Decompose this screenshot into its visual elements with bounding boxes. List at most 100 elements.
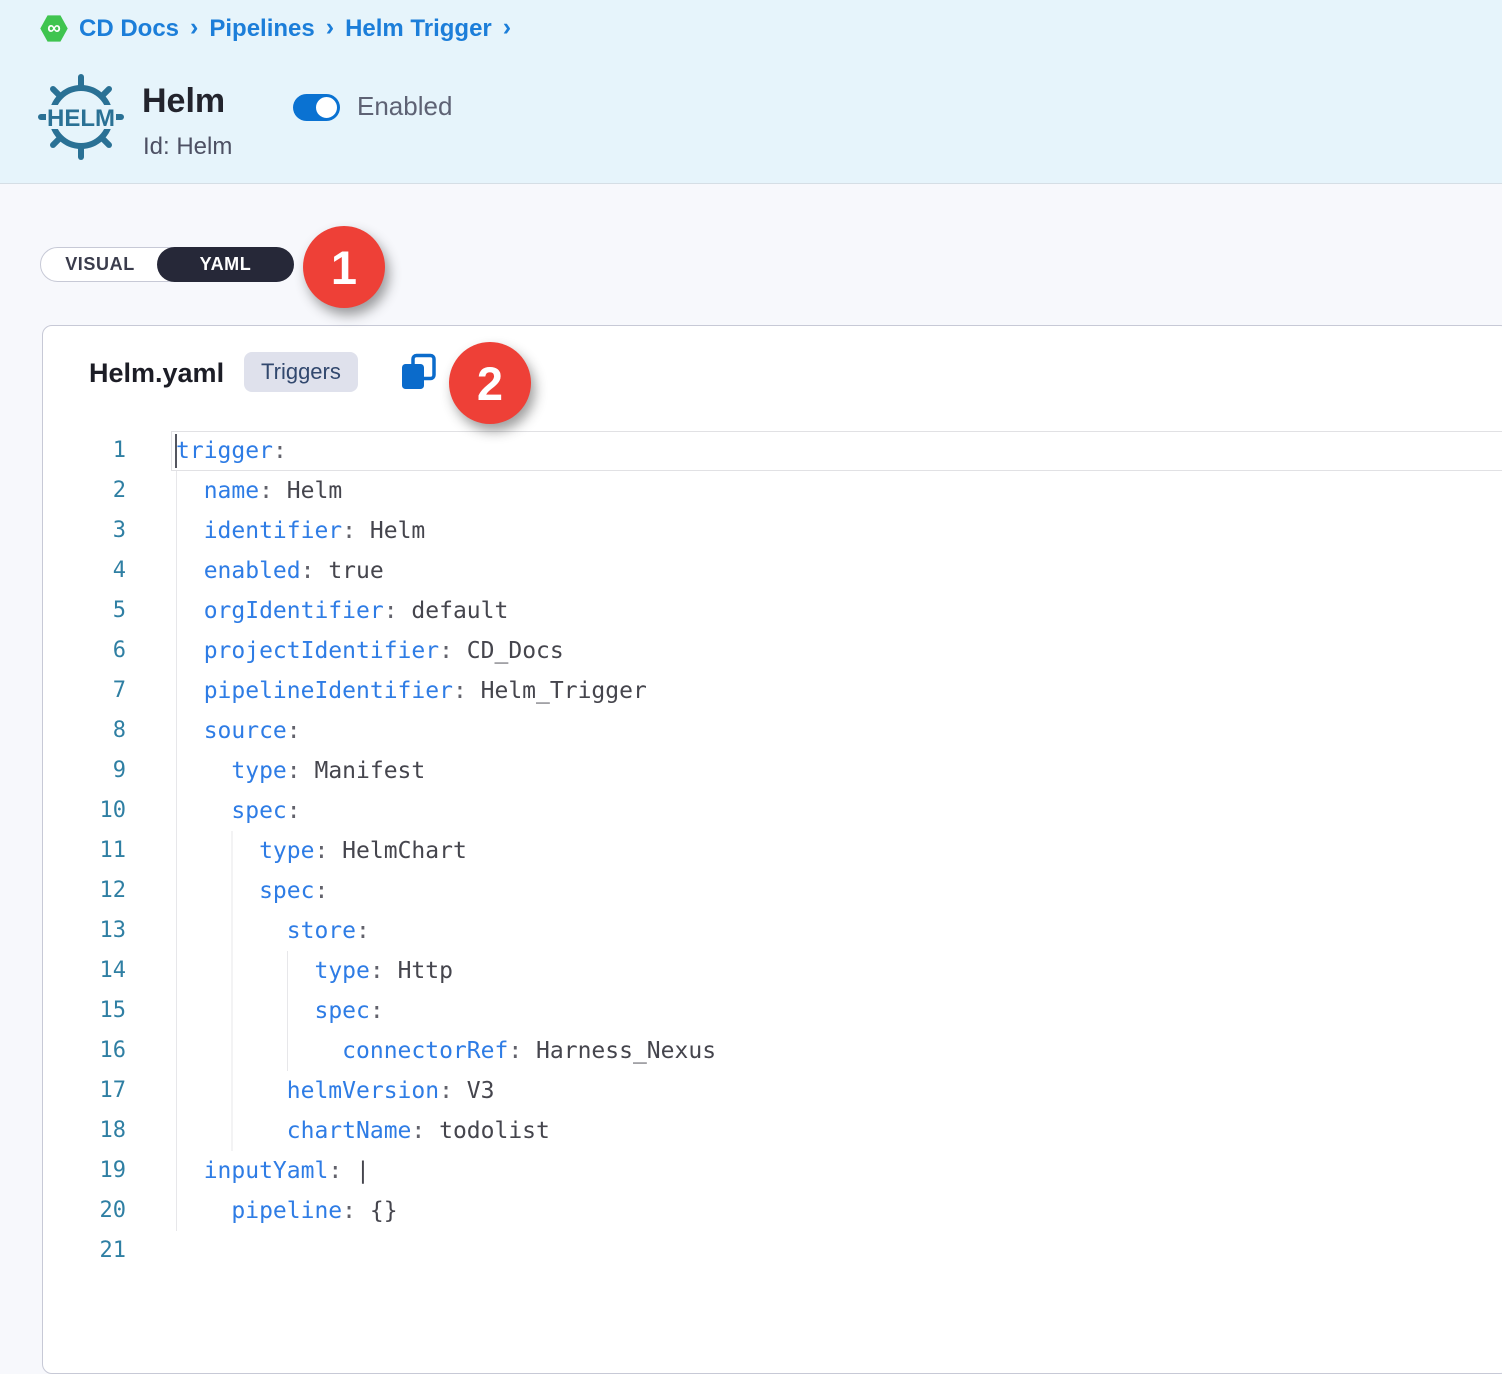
- line-number: 2: [43, 471, 171, 511]
- code-line[interactable]: 15spec:: [43, 991, 1502, 1031]
- text-cursor: [175, 434, 177, 468]
- code-line[interactable]: 5orgIdentifier: default: [43, 591, 1502, 631]
- line-number: 16: [43, 1031, 171, 1071]
- line-number: 15: [43, 991, 171, 1031]
- indent-guides: [176, 591, 204, 631]
- code-line[interactable]: 17helmVersion: V3: [43, 1071, 1502, 1111]
- page-header: ∞ CD Docs › Pipelines › Helm Trigger ›: [0, 0, 1502, 184]
- breadcrumb-link-pipeline[interactable]: Helm Trigger: [345, 15, 492, 43]
- code-line[interactable]: 11type: HelmChart: [43, 831, 1502, 871]
- indent-guides: [176, 911, 287, 951]
- code-text[interactable]: pipeline: {}: [171, 1191, 1502, 1231]
- copy-yaml-button[interactable]: [399, 352, 439, 394]
- line-number: 19: [43, 1151, 171, 1191]
- indent-guides: [176, 511, 204, 551]
- annotation-step-1: 1: [303, 226, 385, 308]
- helm-logo-text: HELM: [47, 105, 115, 132]
- chevron-right-icon: ›: [326, 13, 334, 42]
- line-number: 21: [43, 1231, 171, 1271]
- code-line[interactable]: 20pipeline: {}: [43, 1191, 1502, 1231]
- indent-guides: [176, 1151, 204, 1191]
- helm-logo-icon: HELM: [38, 74, 124, 165]
- line-number: 13: [43, 911, 171, 951]
- code-line[interactable]: 12spec:: [43, 871, 1502, 911]
- code-line[interactable]: 9type: Manifest: [43, 751, 1502, 791]
- code-text[interactable]: identifier: Helm: [171, 511, 1502, 551]
- code-text[interactable]: source:: [171, 711, 1502, 751]
- indent-guides: [176, 1191, 231, 1231]
- copy-icon: [399, 352, 439, 394]
- line-number: 14: [43, 951, 171, 991]
- indent-guides: [176, 471, 204, 511]
- line-number: 6: [43, 631, 171, 671]
- code-text[interactable]: projectIdentifier: CD_Docs: [171, 631, 1502, 671]
- line-number: 9: [43, 751, 171, 791]
- chevron-right-icon: ›: [503, 13, 511, 42]
- indent-guides: [176, 1031, 342, 1071]
- code-text[interactable]: enabled: true: [171, 551, 1502, 591]
- yaml-file-name: Helm.yaml: [89, 358, 224, 389]
- code-line[interactable]: 10spec:: [43, 791, 1502, 831]
- code-text[interactable]: store:: [171, 911, 1502, 951]
- indent-guides: [176, 1071, 287, 1111]
- cd-module-icon: ∞: [40, 15, 68, 43]
- code-line[interactable]: 4enabled: true: [43, 551, 1502, 591]
- code-line[interactable]: 16connectorRef: Harness_Nexus: [43, 1031, 1502, 1071]
- code-text[interactable]: inputYaml: |: [171, 1151, 1502, 1191]
- indent-guides: [176, 711, 204, 751]
- code-line[interactable]: 18chartName: todolist: [43, 1111, 1502, 1151]
- code-line[interactable]: 7pipelineIdentifier: Helm_Trigger: [43, 671, 1502, 711]
- code-line[interactable]: 6projectIdentifier: CD_Docs: [43, 631, 1502, 671]
- triggers-badge: Triggers: [244, 352, 358, 392]
- indent-guides: [176, 631, 204, 671]
- tab-yaml[interactable]: YAML: [157, 247, 294, 282]
- code-text[interactable]: trigger:: [171, 431, 1502, 471]
- indent-guides: [176, 671, 204, 711]
- line-number: 18: [43, 1111, 171, 1151]
- code-text[interactable]: connectorRef: Harness_Nexus: [171, 1031, 1502, 1071]
- line-number: 4: [43, 551, 171, 591]
- code-line[interactable]: 14type: Http: [43, 951, 1502, 991]
- page-title: Helm: [142, 82, 225, 121]
- enabled-toggle[interactable]: [293, 94, 340, 121]
- code-text[interactable]: pipelineIdentifier: Helm_Trigger: [171, 671, 1502, 711]
- code-line[interactable]: 13store:: [43, 911, 1502, 951]
- yaml-editor-panel: Helm.yaml Triggers 2 1trigger:2name: Hel…: [42, 325, 1502, 1374]
- toggle-knob: [314, 95, 339, 120]
- code-line[interactable]: 3identifier: Helm: [43, 511, 1502, 551]
- code-text[interactable]: chartName: todolist: [171, 1111, 1502, 1151]
- line-number: 17: [43, 1071, 171, 1111]
- tab-visual[interactable]: VISUAL: [41, 248, 159, 281]
- indent-guides: [176, 871, 259, 911]
- trigger-detail-page: ∞ CD Docs › Pipelines › Helm Trigger ›: [0, 0, 1502, 1366]
- code-text[interactable]: type: HelmChart: [171, 831, 1502, 871]
- indent-guides: [176, 831, 259, 871]
- code-text[interactable]: helmVersion: V3: [171, 1071, 1502, 1111]
- code-line[interactable]: 21: [43, 1231, 1502, 1271]
- line-number: 1: [43, 431, 171, 471]
- code-text[interactable]: type: Manifest: [171, 751, 1502, 791]
- code-text[interactable]: [171, 1231, 1502, 1271]
- code-text[interactable]: spec:: [171, 791, 1502, 831]
- indent-guides: [176, 991, 314, 1031]
- code-line[interactable]: 19inputYaml: |: [43, 1151, 1502, 1191]
- code-text[interactable]: orgIdentifier: default: [171, 591, 1502, 631]
- line-number: 8: [43, 711, 171, 751]
- code-line[interactable]: 2name: Helm: [43, 471, 1502, 511]
- trigger-id-text: Id: Helm: [143, 133, 232, 161]
- line-number: 10: [43, 791, 171, 831]
- breadcrumb-link-project[interactable]: CD Docs: [79, 15, 179, 43]
- line-number: 5: [43, 591, 171, 631]
- code-text[interactable]: name: Helm: [171, 471, 1502, 511]
- breadcrumb-link-pipelines[interactable]: Pipelines: [209, 15, 314, 43]
- line-number: 11: [43, 831, 171, 871]
- code-text[interactable]: spec:: [171, 871, 1502, 911]
- code-line[interactable]: 8source:: [43, 711, 1502, 751]
- indent-guides: [176, 791, 231, 831]
- code-text[interactable]: spec:: [171, 991, 1502, 1031]
- code-line[interactable]: 1trigger:: [43, 431, 1502, 471]
- yaml-code-area[interactable]: 1trigger:2name: Helm3identifier: Helm4en…: [43, 431, 1502, 1271]
- code-text[interactable]: type: Http: [171, 951, 1502, 991]
- indent-guides: [176, 751, 231, 791]
- indent-guides: [176, 1111, 287, 1151]
